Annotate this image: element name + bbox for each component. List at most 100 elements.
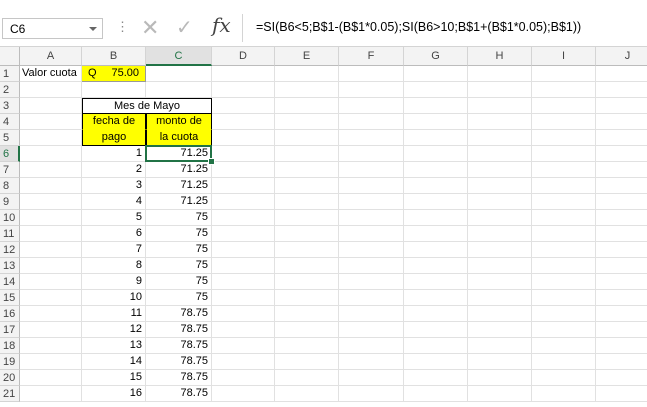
- cell-g18[interactable]: [404, 338, 468, 354]
- cell-f15[interactable]: [339, 290, 404, 306]
- row-header-6[interactable]: 6: [0, 146, 20, 162]
- column-header-i[interactable]: I: [532, 47, 596, 66]
- cell-a12[interactable]: [20, 242, 82, 258]
- cell-j20[interactable]: [596, 370, 647, 386]
- cell-e9[interactable]: [275, 194, 339, 210]
- column-header-j[interactable]: J: [596, 47, 647, 66]
- cell-f8[interactable]: [339, 178, 404, 194]
- cell-c13[interactable]: 75: [146, 258, 212, 274]
- cell-j2[interactable]: [596, 82, 647, 98]
- cell-h18[interactable]: [468, 338, 532, 354]
- cell-h9[interactable]: [468, 194, 532, 210]
- cell-e10[interactable]: [275, 210, 339, 226]
- cell-i6[interactable]: [532, 146, 596, 162]
- cell-i7[interactable]: [532, 162, 596, 178]
- cell-j13[interactable]: [596, 258, 647, 274]
- cell-h16[interactable]: [468, 306, 532, 322]
- cell-i18[interactable]: [532, 338, 596, 354]
- cell-h12[interactable]: [468, 242, 532, 258]
- cell-f5[interactable]: [339, 130, 404, 146]
- cell-c2[interactable]: [146, 82, 212, 98]
- cell-b20[interactable]: 15: [82, 370, 146, 386]
- row-header-16[interactable]: 16: [0, 306, 20, 322]
- cell-e8[interactable]: [275, 178, 339, 194]
- cell-c7[interactable]: 71.25: [146, 162, 212, 178]
- select-all-corner[interactable]: [0, 47, 20, 66]
- cell-d3[interactable]: [212, 98, 275, 114]
- cell-b11[interactable]: 6: [82, 226, 146, 242]
- cell-d16[interactable]: [212, 306, 275, 322]
- cell-g20[interactable]: [404, 370, 468, 386]
- row-header-8[interactable]: 8: [0, 178, 20, 194]
- column-header-h[interactable]: H: [468, 47, 532, 66]
- cell-c9[interactable]: 71.25: [146, 194, 212, 210]
- cell-e12[interactable]: [275, 242, 339, 258]
- cell-h5[interactable]: [468, 130, 532, 146]
- cancel-icon[interactable]: ✕: [141, 15, 159, 41]
- cell-b14[interactable]: 9: [82, 274, 146, 290]
- row-header-4[interactable]: 4: [0, 114, 20, 130]
- cell-g8[interactable]: [404, 178, 468, 194]
- cell-h6[interactable]: [468, 146, 532, 162]
- cell-f18[interactable]: [339, 338, 404, 354]
- cell-a20[interactable]: [20, 370, 82, 386]
- cell-j7[interactable]: [596, 162, 647, 178]
- cell-f6[interactable]: [339, 146, 404, 162]
- cell-d1[interactable]: [212, 66, 275, 82]
- cell-h19[interactable]: [468, 354, 532, 370]
- cell-d18[interactable]: [212, 338, 275, 354]
- cell-d12[interactable]: [212, 242, 275, 258]
- cell-i9[interactable]: [532, 194, 596, 210]
- cell-g21[interactable]: [404, 386, 468, 402]
- cell-e5[interactable]: [275, 130, 339, 146]
- cell-g12[interactable]: [404, 242, 468, 258]
- cell-g7[interactable]: [404, 162, 468, 178]
- cell-g10[interactable]: [404, 210, 468, 226]
- cell-j1[interactable]: [596, 66, 647, 82]
- cell-d8[interactable]: [212, 178, 275, 194]
- cell-i8[interactable]: [532, 178, 596, 194]
- cell-f17[interactable]: [339, 322, 404, 338]
- cell-e21[interactable]: [275, 386, 339, 402]
- cell-d2[interactable]: [212, 82, 275, 98]
- cell-g4[interactable]: [404, 114, 468, 130]
- cell-a5[interactable]: [20, 130, 82, 146]
- cell-d20[interactable]: [212, 370, 275, 386]
- cell-a19[interactable]: [20, 354, 82, 370]
- cell-f16[interactable]: [339, 306, 404, 322]
- cell-f4[interactable]: [339, 114, 404, 130]
- cell-j19[interactable]: [596, 354, 647, 370]
- cell-j11[interactable]: [596, 226, 647, 242]
- row-header-20[interactable]: 20: [0, 370, 20, 386]
- cell-g17[interactable]: [404, 322, 468, 338]
- insert-function-icon[interactable]: fx: [212, 13, 231, 37]
- cell-h10[interactable]: [468, 210, 532, 226]
- cell-e17[interactable]: [275, 322, 339, 338]
- cell-i19[interactable]: [532, 354, 596, 370]
- column-header-b[interactable]: B: [82, 47, 146, 66]
- cell-g16[interactable]: [404, 306, 468, 322]
- cell-f14[interactable]: [339, 274, 404, 290]
- fill-handle[interactable]: [208, 158, 215, 165]
- row-header-2[interactable]: 2: [0, 82, 20, 98]
- cell-e16[interactable]: [275, 306, 339, 322]
- cell-b6[interactable]: 1: [82, 146, 146, 162]
- cell-h13[interactable]: [468, 258, 532, 274]
- cell-j15[interactable]: [596, 290, 647, 306]
- name-box[interactable]: C6: [2, 18, 103, 39]
- cell-a13[interactable]: [20, 258, 82, 274]
- cell-f3[interactable]: [339, 98, 404, 114]
- active-cell-selection[interactable]: [145, 145, 212, 162]
- cell-b7[interactable]: 2: [82, 162, 146, 178]
- cell-c19[interactable]: 78.75: [146, 354, 212, 370]
- cell-f11[interactable]: [339, 226, 404, 242]
- cell-g6[interactable]: [404, 146, 468, 162]
- cell-d10[interactable]: [212, 210, 275, 226]
- cell-a4[interactable]: [20, 114, 82, 130]
- cell-c4[interactable]: monto de: [146, 114, 212, 130]
- cell-e18[interactable]: [275, 338, 339, 354]
- cell-g5[interactable]: [404, 130, 468, 146]
- cell-d5[interactable]: [212, 130, 275, 146]
- cell-h21[interactable]: [468, 386, 532, 402]
- cell-b9[interactable]: 4: [82, 194, 146, 210]
